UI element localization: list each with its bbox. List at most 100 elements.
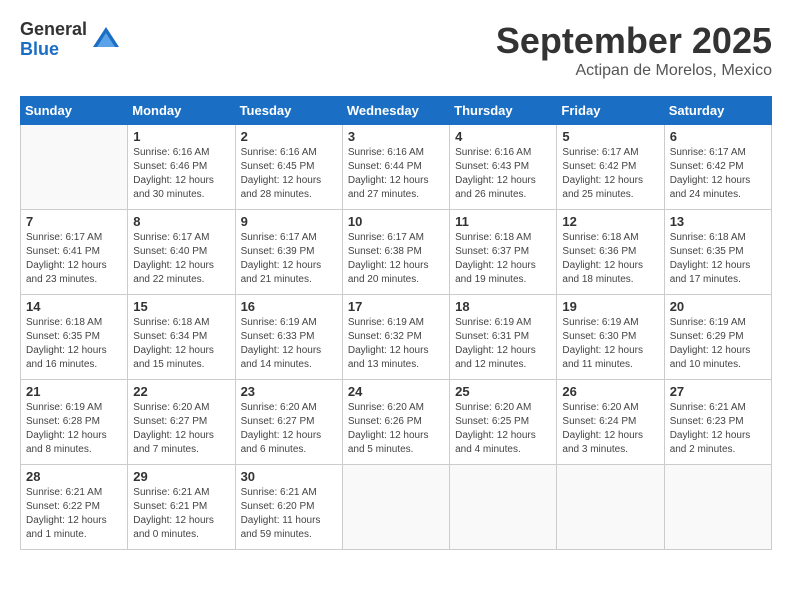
calendar-cell: 12 Sunrise: 6:18 AM Sunset: 6:36 PM Dayli…: [557, 210, 664, 295]
calendar-cell: [342, 465, 449, 550]
day-number: 13: [670, 214, 766, 229]
day-info: Sunrise: 6:19 AM Sunset: 6:32 PM Dayligh…: [348, 316, 444, 372]
day-info: Sunrise: 6:17 AM Sunset: 6:38 PM Dayligh…: [348, 231, 444, 287]
day-info: Sunrise: 6:17 AM Sunset: 6:40 PM Dayligh…: [133, 231, 229, 287]
day-info: Sunrise: 6:18 AM Sunset: 6:35 PM Dayligh…: [670, 231, 766, 287]
calendar-cell: 11 Sunrise: 6:18 AM Sunset: 6:37 PM Dayli…: [450, 210, 557, 295]
day-number: 14: [26, 299, 122, 314]
day-info: Sunrise: 6:21 AM Sunset: 6:23 PM Dayligh…: [670, 401, 766, 457]
day-info: Sunrise: 6:19 AM Sunset: 6:31 PM Dayligh…: [455, 316, 551, 372]
calendar-cell: 26 Sunrise: 6:20 AM Sunset: 6:24 PM Dayli…: [557, 380, 664, 465]
day-number: 6: [670, 129, 766, 144]
day-info: Sunrise: 6:17 AM Sunset: 6:41 PM Dayligh…: [26, 231, 122, 287]
logo-blue-text: Blue: [20, 40, 87, 60]
calendar-cell: 27 Sunrise: 6:21 AM Sunset: 6:23 PM Dayli…: [664, 380, 771, 465]
day-info: Sunrise: 6:17 AM Sunset: 6:39 PM Dayligh…: [241, 231, 337, 287]
day-number: 15: [133, 299, 229, 314]
day-info: Sunrise: 6:19 AM Sunset: 6:29 PM Dayligh…: [670, 316, 766, 372]
calendar-cell: 19 Sunrise: 6:19 AM Sunset: 6:30 PM Dayli…: [557, 295, 664, 380]
day-number: 22: [133, 384, 229, 399]
weekday-header-thursday: Thursday: [450, 97, 557, 125]
day-info: Sunrise: 6:20 AM Sunset: 6:25 PM Dayligh…: [455, 401, 551, 457]
calendar-cell: 17Sunrise: 6:19 AM Sunset: 6:32 PM Dayli…: [342, 295, 449, 380]
calendar-cell: 9Sunrise: 6:17 AM Sunset: 6:39 PM Daylig…: [235, 210, 342, 295]
week-row-1: 1Sunrise: 6:16 AM Sunset: 6:46 PM Daylig…: [21, 125, 772, 210]
calendar-cell: 25 Sunrise: 6:20 AM Sunset: 6:25 PM Dayli…: [450, 380, 557, 465]
calendar-cell: 28Sunrise: 6:21 AM Sunset: 6:22 PM Dayli…: [21, 465, 128, 550]
day-number: 26: [562, 384, 658, 399]
weekday-header-sunday: Sunday: [21, 97, 128, 125]
calendar-cell: 29 Sunrise: 6:21 AM Sunset: 6:21 PM Dayli…: [128, 465, 235, 550]
calendar-cell: 2Sunrise: 6:16 AM Sunset: 6:45 PM Daylig…: [235, 125, 342, 210]
calendar-cell: 1Sunrise: 6:16 AM Sunset: 6:46 PM Daylig…: [128, 125, 235, 210]
day-number: 11: [455, 214, 551, 229]
day-info: Sunrise: 6:19 AM Sunset: 6:28 PM Dayligh…: [26, 401, 122, 457]
weekday-header-saturday: Saturday: [664, 97, 771, 125]
calendar-cell: 20 Sunrise: 6:19 AM Sunset: 6:29 PM Dayli…: [664, 295, 771, 380]
calendar-cell: 14Sunrise: 6:18 AM Sunset: 6:35 PM Dayli…: [21, 295, 128, 380]
day-number: 5: [562, 129, 658, 144]
day-number: 3: [348, 129, 444, 144]
calendar-cell: 15 Sunrise: 6:18 AM Sunset: 6:34 PM Dayli…: [128, 295, 235, 380]
weekday-header-row: SundayMondayTuesdayWednesdayThursdayFrid…: [21, 97, 772, 125]
week-row-5: 28Sunrise: 6:21 AM Sunset: 6:22 PM Dayli…: [21, 465, 772, 550]
weekday-header-monday: Monday: [128, 97, 235, 125]
day-number: 29: [133, 469, 229, 484]
week-row-2: 7 Sunrise: 6:17 AM Sunset: 6:41 PM Daylig…: [21, 210, 772, 295]
calendar-cell: 18 Sunrise: 6:19 AM Sunset: 6:31 PM Dayli…: [450, 295, 557, 380]
calendar-cell: 3 Sunrise: 6:16 AM Sunset: 6:44 PM Daylig…: [342, 125, 449, 210]
day-info: Sunrise: 6:20 AM Sunset: 6:27 PM Dayligh…: [133, 401, 229, 457]
day-info: Sunrise: 6:17 AM Sunset: 6:42 PM Dayligh…: [670, 146, 766, 202]
calendar-cell: 5 Sunrise: 6:17 AM Sunset: 6:42 PM Daylig…: [557, 125, 664, 210]
header: General Blue September 2025 Actipan de M…: [20, 20, 772, 80]
calendar-cell: 30Sunrise: 6:21 AM Sunset: 6:20 PM Dayli…: [235, 465, 342, 550]
day-number: 23: [241, 384, 337, 399]
week-row-4: 21 Sunrise: 6:19 AM Sunset: 6:28 PM Dayli…: [21, 380, 772, 465]
day-number: 18: [455, 299, 551, 314]
day-number: 24: [348, 384, 444, 399]
day-number: 7: [26, 214, 122, 229]
day-info: Sunrise: 6:19 AM Sunset: 6:30 PM Dayligh…: [562, 316, 658, 372]
day-info: Sunrise: 6:21 AM Sunset: 6:21 PM Dayligh…: [133, 486, 229, 542]
day-number: 12: [562, 214, 658, 229]
weekday-header-friday: Friday: [557, 97, 664, 125]
week-row-3: 14Sunrise: 6:18 AM Sunset: 6:35 PM Dayli…: [21, 295, 772, 380]
day-number: 27: [670, 384, 766, 399]
day-number: 8: [133, 214, 229, 229]
day-number: 2: [241, 129, 337, 144]
day-number: 28: [26, 469, 122, 484]
day-info: Sunrise: 6:18 AM Sunset: 6:37 PM Dayligh…: [455, 231, 551, 287]
day-info: Sunrise: 6:19 AM Sunset: 6:33 PM Dayligh…: [241, 316, 337, 372]
calendar-cell: 4Sunrise: 6:16 AM Sunset: 6:43 PM Daylig…: [450, 125, 557, 210]
day-info: Sunrise: 6:18 AM Sunset: 6:34 PM Dayligh…: [133, 316, 229, 372]
day-info: Sunrise: 6:20 AM Sunset: 6:24 PM Dayligh…: [562, 401, 658, 457]
day-info: Sunrise: 6:18 AM Sunset: 6:36 PM Dayligh…: [562, 231, 658, 287]
calendar-cell: 21 Sunrise: 6:19 AM Sunset: 6:28 PM Dayli…: [21, 380, 128, 465]
day-number: 10: [348, 214, 444, 229]
calendar-cell: 23 Sunrise: 6:20 AM Sunset: 6:27 PM Dayli…: [235, 380, 342, 465]
day-info: Sunrise: 6:16 AM Sunset: 6:44 PM Dayligh…: [348, 146, 444, 202]
logo-icon: [91, 25, 121, 55]
title-area: September 2025 Actipan de Morelos, Mexic…: [496, 20, 772, 80]
day-info: Sunrise: 6:20 AM Sunset: 6:27 PM Dayligh…: [241, 401, 337, 457]
location-title: Actipan de Morelos, Mexico: [496, 62, 772, 80]
day-info: Sunrise: 6:20 AM Sunset: 6:26 PM Dayligh…: [348, 401, 444, 457]
logo-general-text: General: [20, 20, 87, 40]
calendar-cell: [664, 465, 771, 550]
logo: General Blue: [20, 20, 121, 60]
weekday-header-tuesday: Tuesday: [235, 97, 342, 125]
day-number: 20: [670, 299, 766, 314]
calendar-table: SundayMondayTuesdayWednesdayThursdayFrid…: [20, 96, 772, 550]
calendar-cell: 24 Sunrise: 6:20 AM Sunset: 6:26 PM Dayli…: [342, 380, 449, 465]
calendar-cell: 6 Sunrise: 6:17 AM Sunset: 6:42 PM Daylig…: [664, 125, 771, 210]
day-info: Sunrise: 6:16 AM Sunset: 6:46 PM Dayligh…: [133, 146, 229, 202]
day-info: Sunrise: 6:17 AM Sunset: 6:42 PM Dayligh…: [562, 146, 658, 202]
day-number: 30: [241, 469, 337, 484]
calendar-cell: [21, 125, 128, 210]
weekday-header-wednesday: Wednesday: [342, 97, 449, 125]
day-number: 19: [562, 299, 658, 314]
day-number: 25: [455, 384, 551, 399]
day-number: 21: [26, 384, 122, 399]
calendar-cell: 10 Sunrise: 6:17 AM Sunset: 6:38 PM Dayli…: [342, 210, 449, 295]
day-info: Sunrise: 6:16 AM Sunset: 6:43 PM Dayligh…: [455, 146, 551, 202]
